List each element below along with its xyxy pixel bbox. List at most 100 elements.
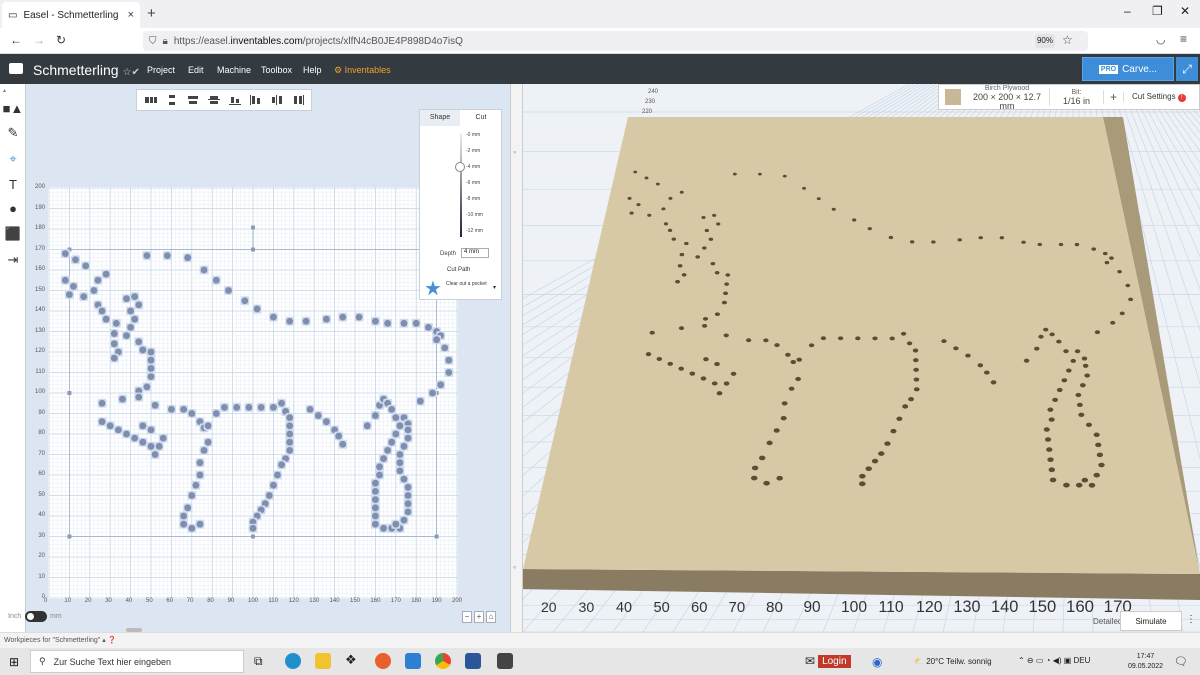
drill-hole[interactable] xyxy=(192,481,200,489)
drill-hole[interactable] xyxy=(253,305,261,313)
drill-hole[interactable] xyxy=(339,440,347,448)
drill-hole[interactable] xyxy=(163,252,171,260)
drill-hole[interactable] xyxy=(396,467,404,475)
drill-hole[interactable] xyxy=(323,418,330,426)
back-arrow-icon[interactable]: ← xyxy=(10,33,22,47)
drill-hole[interactable] xyxy=(412,319,420,327)
url-bar[interactable]: ⛉ 🔒︎ https://easel.inventables.com/proje… xyxy=(143,31,1088,51)
drill-hole[interactable] xyxy=(200,266,208,274)
drill-hole[interactable] xyxy=(437,381,445,389)
drill-hole[interactable] xyxy=(278,399,285,407)
drill-hole[interactable] xyxy=(131,293,139,301)
drill-hole[interactable] xyxy=(114,426,122,434)
drill-hole[interactable] xyxy=(278,461,285,469)
drill-hole[interactable] xyxy=(147,442,155,450)
drill-hole[interactable] xyxy=(147,348,155,356)
bookmark-star-icon[interactable]: ☆ xyxy=(1062,33,1073,47)
drill-hole[interactable] xyxy=(188,492,196,499)
pocket-icon[interactable]: ◡ xyxy=(1156,33,1166,46)
drill-hole[interactable] xyxy=(147,356,155,364)
drill-hole[interactable] xyxy=(270,481,277,489)
drill-hole[interactable] xyxy=(286,438,294,446)
tab-close-icon[interactable]: × xyxy=(128,9,134,21)
drill-hole[interactable] xyxy=(376,471,383,479)
drill-hole[interactable] xyxy=(270,403,277,411)
drill-hole[interactable] xyxy=(400,516,408,524)
box-icon[interactable]: ⬛ xyxy=(4,225,22,243)
project-title[interactable]: Schmetterling ☆✔ xyxy=(33,62,140,78)
task-view-icon[interactable]: ⧉ xyxy=(254,654,263,669)
drill-hole[interactable] xyxy=(147,426,155,434)
easel-logo-icon[interactable] xyxy=(9,63,23,74)
home-icon[interactable]: ⌂ xyxy=(486,611,496,623)
drill-hole[interactable] xyxy=(61,276,69,284)
drill-hole[interactable] xyxy=(212,276,220,284)
drill-hole[interactable] xyxy=(372,488,379,495)
drill-hole[interactable] xyxy=(400,319,408,327)
resize-handle[interactable] xyxy=(251,534,255,539)
drill-hole[interactable] xyxy=(355,313,363,321)
windows-start-icon[interactable]: ⊞ xyxy=(9,655,19,669)
drill-hole[interactable] xyxy=(225,287,232,294)
align-middle-icon[interactable] xyxy=(186,94,200,106)
window-close-button[interactable]: ✕ xyxy=(1180,4,1190,18)
dropdown-arrow-icon[interactable]: ▾ xyxy=(493,284,496,291)
drill-hole[interactable] xyxy=(159,434,167,442)
minimize-button[interactable]: – xyxy=(1124,4,1131,18)
drill-hole[interactable] xyxy=(139,422,147,430)
app-icon[interactable] xyxy=(405,653,421,669)
drill-hole[interactable] xyxy=(143,383,151,391)
tab-shape[interactable]: Shape xyxy=(420,110,460,126)
cut-settings-button[interactable]: Cut Settings ! xyxy=(1123,92,1186,102)
drill-hole[interactable] xyxy=(196,459,204,467)
drill-hole[interactable] xyxy=(363,422,371,430)
drill-hole[interactable] xyxy=(372,512,379,520)
fullscreen-icon[interactable]: ⤢ xyxy=(1176,57,1198,81)
hamburger-menu-icon[interactable]: ≡ xyxy=(1180,32,1187,46)
drill-hole[interactable] xyxy=(98,418,106,426)
drill-hole[interactable] xyxy=(180,406,188,413)
more-options-icon[interactable]: ⋮ xyxy=(1186,614,1196,625)
login-widget[interactable]: ✉ Login xyxy=(805,654,851,668)
menu-machine[interactable]: Machine xyxy=(217,65,251,75)
pen-icon[interactable]: ✎ xyxy=(4,124,22,142)
drill-hole[interactable] xyxy=(94,276,102,284)
drill-hole[interactable] xyxy=(151,451,159,458)
easel-taskbar-icon[interactable] xyxy=(497,653,513,669)
drill-hole[interactable] xyxy=(400,475,408,483)
forward-arrow-icon[interactable]: → xyxy=(33,33,45,47)
drill-hole[interactable] xyxy=(123,430,130,438)
drill-hole[interactable] xyxy=(376,463,383,471)
drill-hole[interactable] xyxy=(61,250,69,257)
zoom-out-button[interactable]: − xyxy=(462,611,472,623)
drill-hole[interactable] xyxy=(143,252,151,260)
drill-hole[interactable] xyxy=(380,524,387,532)
drill-hole[interactable] xyxy=(392,430,400,438)
drill-hole[interactable] xyxy=(372,496,379,503)
weather-widget[interactable]: ⛅ 20°C Teilw. sonnig xyxy=(914,657,992,666)
drill-hole[interactable] xyxy=(372,520,379,528)
add-bit-button[interactable]: + xyxy=(1103,90,1123,104)
collapse-arrow-icon[interactable]: ▲ xyxy=(2,88,7,94)
collapse-left-icon[interactable]: « xyxy=(513,565,516,571)
drill-hole[interactable] xyxy=(257,403,265,411)
drill-hole[interactable] xyxy=(221,403,228,411)
drill-hole[interactable] xyxy=(123,332,130,339)
drill-hole[interactable] xyxy=(445,356,453,364)
drill-hole[interactable] xyxy=(429,389,436,397)
drill-hole[interactable] xyxy=(286,447,294,454)
edge-icon[interactable] xyxy=(285,653,301,669)
align-center-icon[interactable] xyxy=(207,94,221,106)
drill-hole[interactable] xyxy=(274,471,281,479)
drill-hole[interactable] xyxy=(139,438,147,446)
drill-hole[interactable] xyxy=(135,393,143,401)
drill-hole[interactable] xyxy=(72,256,79,264)
drill-hole[interactable] xyxy=(70,283,77,290)
drill-hole[interactable] xyxy=(127,307,134,315)
drill-hole[interactable] xyxy=(135,301,143,309)
drill-hole[interactable] xyxy=(245,403,253,411)
drill-hole[interactable] xyxy=(372,412,379,419)
drill-hole[interactable] xyxy=(196,471,204,479)
drill-hole[interactable] xyxy=(286,422,294,430)
menu-toolbox[interactable]: Toolbox xyxy=(261,65,292,75)
